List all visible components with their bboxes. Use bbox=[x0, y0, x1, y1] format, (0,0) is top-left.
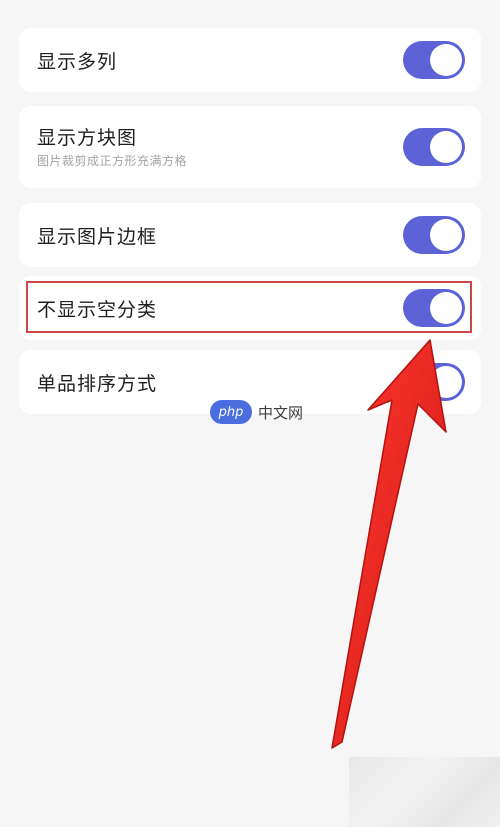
toggle-knob bbox=[430, 131, 462, 163]
setting-description: 图片裁剪成正方形充满方格 bbox=[37, 154, 188, 168]
blurred-region bbox=[349, 757, 500, 827]
setting-label: 显示图片边框 bbox=[37, 226, 158, 248]
setting-label: 显示方块图 bbox=[37, 127, 138, 149]
setting-label: 单品排序方式 bbox=[37, 373, 158, 395]
watermark-logo: php bbox=[210, 400, 252, 424]
toggle-knob bbox=[430, 219, 462, 251]
toggle-switch-show-square-thumbnails[interactable] bbox=[403, 128, 465, 166]
setting-label: 显示多列 bbox=[37, 51, 118, 73]
setting-row-show-image-border[interactable]: 显示图片边框 bbox=[19, 203, 481, 267]
watermark-text: 中文网 bbox=[258, 403, 304, 422]
setting-label: 不显示空分类 bbox=[37, 299, 158, 321]
toggle-switch-item-sort-order[interactable] bbox=[403, 363, 465, 401]
setting-row-show-multi-column[interactable]: 显示多列 bbox=[19, 28, 481, 92]
setting-row-hide-empty-categories[interactable]: 不显示空分类 bbox=[19, 276, 481, 340]
setting-row-show-square-thumbnails[interactable]: 显示方块图 图片裁剪成正方形充满方格 bbox=[19, 106, 481, 188]
toggle-switch-hide-empty-categories[interactable] bbox=[403, 289, 465, 327]
toggle-knob bbox=[430, 44, 462, 76]
toggle-switch-show-image-border[interactable] bbox=[403, 216, 465, 254]
watermark: php 中文网 bbox=[210, 400, 303, 424]
toggle-switch-show-multi-column[interactable] bbox=[403, 41, 465, 79]
toggle-knob bbox=[430, 292, 462, 324]
toggle-knob bbox=[430, 366, 462, 398]
